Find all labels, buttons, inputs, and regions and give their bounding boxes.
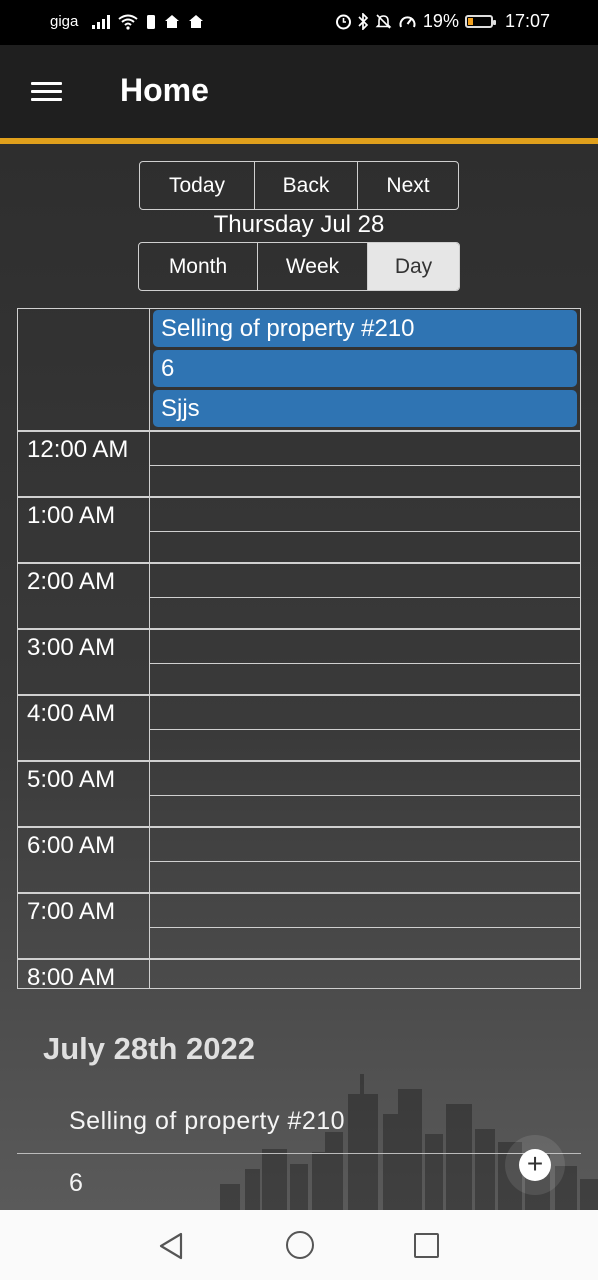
time-cell[interactable] <box>150 696 580 729</box>
battery-percent: 19% <box>422 11 459 31</box>
home-icon <box>164 14 180 29</box>
speed-icon <box>398 13 417 30</box>
status-left: giga <box>50 13 204 30</box>
divider <box>17 1153 581 1154</box>
time-label: 1:00 AM <box>27 502 116 529</box>
current-date-label: Thursday Jul 28 <box>213 211 385 238</box>
time-cell[interactable] <box>150 532 580 562</box>
time-slot: 7:00 AM <box>18 894 580 960</box>
time-label: 6:00 AM <box>27 832 116 859</box>
time-slot: 1:00 AM <box>18 498 580 564</box>
menu-icon[interactable] <box>31 82 62 102</box>
time-label: 12:00 AM <box>27 436 129 463</box>
time-cell[interactable] <box>150 598 580 628</box>
back-button[interactable]: Back <box>255 162 358 209</box>
status-bar: giga 19% 17:07 <box>0 0 598 45</box>
time-label: 7:00 AM <box>27 898 116 925</box>
time-slot: 5:00 AM <box>18 762 580 828</box>
time-label: 3:00 AM <box>27 634 116 661</box>
time-slot: 4:00 AM <box>18 696 580 762</box>
signal-icon <box>92 14 111 29</box>
app-bar: Home <box>0 45 598 144</box>
all-day-row: Selling of property #210 6 Sjjs <box>18 309 580 432</box>
time-cell[interactable] <box>150 894 580 927</box>
time-label: 5:00 AM <box>27 766 116 793</box>
agenda-date-heading: July 28th 2022 <box>43 1031 255 1066</box>
agenda-item[interactable]: 6 <box>69 1169 83 1198</box>
alarm-icon <box>335 13 352 30</box>
time-cell[interactable] <box>150 862 580 892</box>
time-label: 2:00 AM <box>27 568 116 595</box>
agenda-item[interactable]: Selling of property #210 <box>69 1107 345 1136</box>
page-title: Home <box>120 72 209 108</box>
bluetooth-icon <box>358 13 369 30</box>
calendar-event[interactable]: 6 <box>153 350 577 387</box>
time-slot: 12:00 AM <box>18 432 580 498</box>
recent-apps-icon[interactable] <box>414 1233 439 1258</box>
all-day-gutter <box>18 309 150 430</box>
system-nav-bar <box>0 1210 598 1280</box>
time-grid: 12:00 AM 1:00 AM 2:00 AM 3:00 AM 4:00 AM… <box>18 432 580 989</box>
mute-icon <box>375 13 392 30</box>
home-nav-icon[interactable] <box>286 1231 314 1259</box>
sim-icon <box>146 14 156 30</box>
calendar-event[interactable]: Sjjs <box>153 390 577 427</box>
time-cell[interactable] <box>150 432 580 465</box>
time-cell[interactable] <box>150 796 580 826</box>
day-view-button[interactable]: Day <box>368 243 459 290</box>
status-right: 19% 17:07 <box>335 11 550 32</box>
clock: 17:07 <box>504 11 550 31</box>
nav-button-group: Today Back Next <box>139 161 459 210</box>
time-cell[interactable] <box>150 664 580 694</box>
time-label: 8:00 AM <box>27 964 116 989</box>
view-button-group: Month Week Day <box>138 242 460 291</box>
calendar-event[interactable]: Selling of property #210 <box>153 310 577 347</box>
time-cell[interactable] <box>150 730 580 760</box>
add-event-button[interactable]: + <box>519 1149 551 1181</box>
home-icon <box>188 14 204 29</box>
time-cell[interactable] <box>150 960 580 988</box>
time-cell[interactable] <box>150 762 580 795</box>
next-button[interactable]: Next <box>358 162 458 209</box>
time-cell[interactable] <box>150 630 580 663</box>
time-cell[interactable] <box>150 928 580 958</box>
time-cell[interactable] <box>150 466 580 496</box>
battery-icon <box>464 15 496 28</box>
carrier-label: giga <box>50 13 79 30</box>
day-calendar: Selling of property #210 6 Sjjs 12:00 AM… <box>17 308 581 989</box>
time-slot: 3:00 AM <box>18 630 580 696</box>
today-button[interactable]: Today <box>140 162 255 209</box>
month-view-button[interactable]: Month <box>139 243 258 290</box>
time-slot: 6:00 AM <box>18 828 580 894</box>
week-view-button[interactable]: Week <box>258 243 368 290</box>
wifi-icon <box>118 14 138 30</box>
time-cell[interactable] <box>150 564 580 597</box>
time-slot: 8:00 AM <box>18 960 580 989</box>
back-icon[interactable] <box>158 1232 184 1260</box>
time-label: 4:00 AM <box>27 700 116 727</box>
time-cell[interactable] <box>150 828 580 861</box>
time-slot: 2:00 AM <box>18 564 580 630</box>
main-content: Today Back Next Thursday Jul 28 Month We… <box>0 144 598 1210</box>
time-cell[interactable] <box>150 498 580 531</box>
